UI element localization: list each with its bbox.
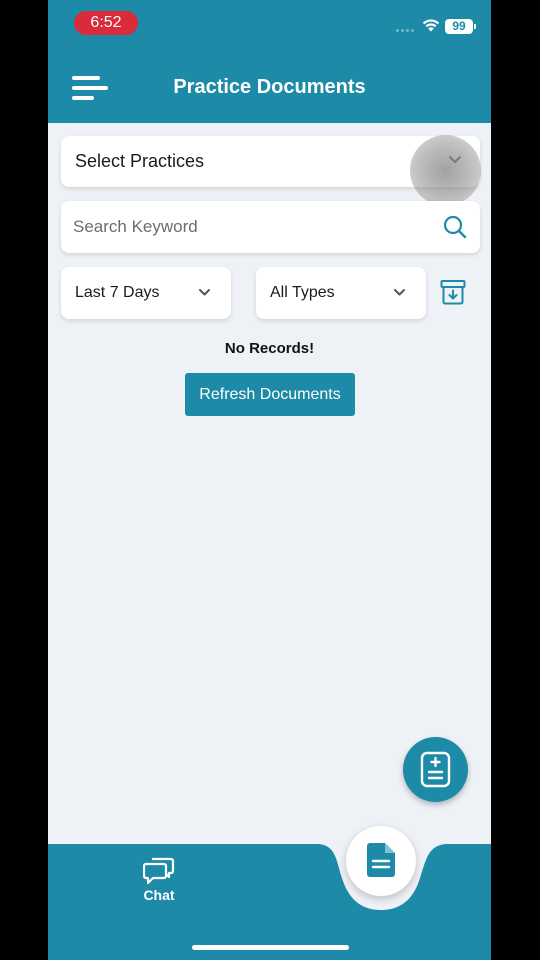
status-time: 6:52 bbox=[74, 11, 138, 35]
search-bar bbox=[61, 201, 480, 253]
search-icon[interactable] bbox=[443, 215, 467, 239]
status-bar: 6:52 99 bbox=[48, 0, 491, 52]
refresh-documents-button[interactable]: Refresh Documents bbox=[185, 373, 355, 416]
date-range-label: Last 7 Days bbox=[75, 284, 160, 301]
chevron-down-icon bbox=[394, 289, 405, 296]
chevron-down-icon bbox=[199, 289, 210, 296]
document-type-label: All Types bbox=[270, 284, 335, 301]
home-indicator[interactable] bbox=[192, 945, 349, 950]
clipboard-plus-icon bbox=[420, 751, 451, 788]
search-input[interactable] bbox=[73, 201, 433, 253]
page-title: Practice Documents bbox=[173, 76, 366, 98]
archive-download-icon[interactable] bbox=[440, 279, 466, 305]
app-screen: 6:52 99 Practice Documents Select Practi… bbox=[48, 0, 491, 960]
document-type-dropdown[interactable]: All Types bbox=[256, 267, 426, 319]
tab-chat[interactable]: Chat bbox=[128, 855, 190, 911]
date-range-dropdown[interactable]: Last 7 Days bbox=[61, 267, 231, 319]
battery-icon: 99 bbox=[445, 19, 476, 34]
add-document-button[interactable] bbox=[403, 737, 468, 802]
touch-indicator bbox=[410, 135, 481, 206]
document-icon bbox=[367, 843, 395, 877]
tab-chat-label: Chat bbox=[143, 887, 175, 903]
app-header: Practice Documents bbox=[48, 52, 491, 123]
select-practices-label: Select Practices bbox=[75, 151, 205, 171]
menu-icon[interactable] bbox=[72, 76, 108, 100]
empty-state-message: No Records! bbox=[224, 340, 315, 357]
wifi-icon bbox=[422, 19, 440, 32]
tab-documents[interactable] bbox=[346, 826, 416, 896]
cellular-signal-icon bbox=[396, 29, 416, 33]
chat-bubbles-icon bbox=[143, 857, 175, 885]
bottom-navigation-bar bbox=[48, 844, 491, 960]
